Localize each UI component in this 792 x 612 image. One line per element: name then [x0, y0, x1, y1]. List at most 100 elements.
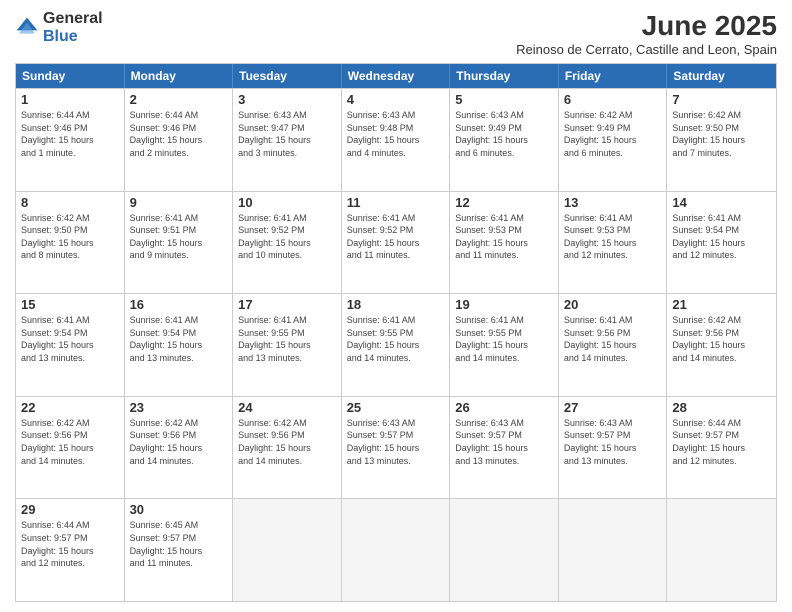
calendar-row: 29 Sunrise: 6:44 AMSunset: 9:57 PMDayligh… — [16, 498, 776, 601]
day-number: 24 — [238, 400, 336, 415]
day-cell: 27 Sunrise: 6:43 AMSunset: 9:57 PMDayligh… — [559, 397, 668, 499]
day-number: 29 — [21, 502, 119, 517]
day-number: 15 — [21, 297, 119, 312]
subtitle: Reinoso de Cerrato, Castille and Leon, S… — [516, 42, 777, 57]
day-info: Sunrise: 6:42 AMSunset: 9:56 PMDaylight:… — [21, 417, 119, 467]
day-number: 17 — [238, 297, 336, 312]
calendar-row: 1 Sunrise: 6:44 AMSunset: 9:46 PMDaylight… — [16, 88, 776, 191]
day-info: Sunrise: 6:43 AMSunset: 9:57 PMDaylight:… — [347, 417, 445, 467]
day-cell: 5Sunrise: 6:43 AMSunset: 9:49 PMDaylight… — [450, 89, 559, 191]
day-number: 26 — [455, 400, 553, 415]
day-number: 7 — [672, 92, 771, 107]
day-cell: 3Sunrise: 6:43 AMSunset: 9:47 PMDaylight… — [233, 89, 342, 191]
calendar-row: 15 Sunrise: 6:41 AMSunset: 9:54 PMDayligh… — [16, 293, 776, 396]
day-info: Sunrise: 6:42 AMSunset: 9:56 PMDaylight:… — [130, 417, 228, 467]
day-number: 21 — [672, 297, 771, 312]
day-number: 3 — [238, 92, 336, 107]
page: General Blue June 2025 Reinoso de Cerrat… — [0, 0, 792, 612]
day-cell: 17 Sunrise: 6:41 AMSunset: 9:55 PMDayligh… — [233, 294, 342, 396]
day-cell: 16Sunrise: 6:41 AMSunset: 9:54 PMDayligh… — [125, 294, 234, 396]
day-info: Sunrise: 6:43 AMSunset: 9:57 PMDaylight:… — [455, 417, 553, 467]
day-number: 23 — [130, 400, 228, 415]
main-title: June 2025 — [516, 10, 777, 42]
day-number: 9 — [130, 195, 228, 210]
day-info: Sunrise: 6:42 AMSunset: 9:49 PMDaylight:… — [564, 109, 662, 159]
day-number: 12 — [455, 195, 553, 210]
title-section: June 2025 Reinoso de Cerrato, Castille a… — [516, 10, 777, 57]
day-info: Sunrise: 6:41 AMSunset: 9:52 PMDaylight:… — [238, 212, 336, 262]
day-info: Sunrise: 6:41 AMSunset: 9:53 PMDaylight:… — [564, 212, 662, 262]
day-cell: 12 Sunrise: 6:41 AMSunset: 9:53 PMDayligh… — [450, 192, 559, 294]
header-sunday: Sunday — [16, 64, 125, 88]
day-info: Sunrise: 6:44 AMSunset: 9:46 PMDaylight:… — [21, 109, 119, 159]
header-saturday: Saturday — [667, 64, 776, 88]
header: General Blue June 2025 Reinoso de Cerrat… — [15, 10, 777, 57]
day-cell: 2 Sunrise: 6:44 AMSunset: 9:46 PMDaylight… — [125, 89, 234, 191]
day-info: Sunrise: 6:41 AMSunset: 9:54 PMDaylight:… — [130, 314, 228, 364]
day-number: 27 — [564, 400, 662, 415]
day-info: Sunrise: 6:44 AMSunset: 9:57 PMDaylight:… — [21, 519, 119, 569]
day-info: Sunrise: 6:41 AMSunset: 9:55 PMDaylight:… — [238, 314, 336, 364]
day-info: Sunrise: 6:41 AMSunset: 9:54 PMDaylight:… — [672, 212, 771, 262]
logo: General Blue — [15, 10, 103, 46]
calendar-body: 1 Sunrise: 6:44 AMSunset: 9:46 PMDaylight… — [16, 88, 776, 601]
empty-cell — [342, 499, 451, 601]
day-number: 10 — [238, 195, 336, 210]
day-number: 30 — [130, 502, 228, 517]
logo-general: General — [43, 10, 103, 27]
calendar-row: 22 Sunrise: 6:42 AMSunset: 9:56 PMDayligh… — [16, 396, 776, 499]
day-number: 14 — [672, 195, 771, 210]
day-info: Sunrise: 6:43 AMSunset: 9:57 PMDaylight:… — [564, 417, 662, 467]
day-info: Sunrise: 6:41 AMSunset: 9:54 PMDaylight:… — [21, 314, 119, 364]
calendar-header: Sunday Monday Tuesday Wednesday Thursday… — [16, 64, 776, 88]
day-cell: 9 Sunrise: 6:41 AMSunset: 9:51 PMDaylight… — [125, 192, 234, 294]
day-cell: 8Sunrise: 6:42 AMSunset: 9:50 PMDaylight… — [16, 192, 125, 294]
logo-text: General Blue — [43, 10, 103, 46]
day-cell: 19 Sunrise: 6:41 AMSunset: 9:55 PMDayligh… — [450, 294, 559, 396]
day-number: 19 — [455, 297, 553, 312]
day-cell: 23 Sunrise: 6:42 AMSunset: 9:56 PMDayligh… — [125, 397, 234, 499]
day-number: 11 — [347, 195, 445, 210]
day-cell: 18Sunrise: 6:41 AMSunset: 9:55 PMDayligh… — [342, 294, 451, 396]
day-info: Sunrise: 6:42 AMSunset: 9:56 PMDaylight:… — [238, 417, 336, 467]
day-number: 1 — [21, 92, 119, 107]
day-info: Sunrise: 6:41 AMSunset: 9:53 PMDaylight:… — [455, 212, 553, 262]
day-number: 6 — [564, 92, 662, 107]
day-number: 4 — [347, 92, 445, 107]
day-info: Sunrise: 6:42 AMSunset: 9:56 PMDaylight:… — [672, 314, 771, 364]
day-info: Sunrise: 6:45 AMSunset: 9:57 PMDaylight:… — [130, 519, 228, 569]
day-cell: 10 Sunrise: 6:41 AMSunset: 9:52 PMDayligh… — [233, 192, 342, 294]
day-cell: 13 Sunrise: 6:41 AMSunset: 9:53 PMDayligh… — [559, 192, 668, 294]
day-number: 5 — [455, 92, 553, 107]
day-cell: 7 Sunrise: 6:42 AMSunset: 9:50 PMDaylight… — [667, 89, 776, 191]
day-info: Sunrise: 6:43 AMSunset: 9:48 PMDaylight:… — [347, 109, 445, 159]
logo-blue: Blue — [43, 28, 78, 45]
day-info: Sunrise: 6:42 AMSunset: 9:50 PMDaylight:… — [21, 212, 119, 262]
day-cell: 29 Sunrise: 6:44 AMSunset: 9:57 PMDayligh… — [16, 499, 125, 601]
day-cell: 24 Sunrise: 6:42 AMSunset: 9:56 PMDayligh… — [233, 397, 342, 499]
header-friday: Friday — [559, 64, 668, 88]
day-number: 2 — [130, 92, 228, 107]
calendar-wrapper: Sunday Monday Tuesday Wednesday Thursday… — [15, 63, 777, 602]
day-cell: 22 Sunrise: 6:42 AMSunset: 9:56 PMDayligh… — [16, 397, 125, 499]
day-number: 22 — [21, 400, 119, 415]
day-info: Sunrise: 6:44 AMSunset: 9:46 PMDaylight:… — [130, 109, 228, 159]
header-wednesday: Wednesday — [342, 64, 451, 88]
empty-cell — [667, 499, 776, 601]
day-info: Sunrise: 6:41 AMSunset: 9:52 PMDaylight:… — [347, 212, 445, 262]
day-cell: 30 Sunrise: 6:45 AMSunset: 9:57 PMDayligh… — [125, 499, 234, 601]
day-info: Sunrise: 6:42 AMSunset: 9:50 PMDaylight:… — [672, 109, 771, 159]
calendar-row: 8Sunrise: 6:42 AMSunset: 9:50 PMDaylight… — [16, 191, 776, 294]
day-cell: 6 Sunrise: 6:42 AMSunset: 9:49 PMDaylight… — [559, 89, 668, 191]
day-cell: 1 Sunrise: 6:44 AMSunset: 9:46 PMDaylight… — [16, 89, 125, 191]
day-info: Sunrise: 6:41 AMSunset: 9:55 PMDaylight:… — [455, 314, 553, 364]
header-thursday: Thursday — [450, 64, 559, 88]
day-number: 13 — [564, 195, 662, 210]
header-monday: Monday — [125, 64, 234, 88]
day-number: 28 — [672, 400, 771, 415]
day-info: Sunrise: 6:44 AMSunset: 9:57 PMDaylight:… — [672, 417, 771, 467]
day-info: Sunrise: 6:41 AMSunset: 9:56 PMDaylight:… — [564, 314, 662, 364]
day-info: Sunrise: 6:41 AMSunset: 9:55 PMDaylight:… — [347, 314, 445, 364]
day-info: Sunrise: 6:41 AMSunset: 9:51 PMDaylight:… — [130, 212, 228, 262]
empty-cell — [233, 499, 342, 601]
